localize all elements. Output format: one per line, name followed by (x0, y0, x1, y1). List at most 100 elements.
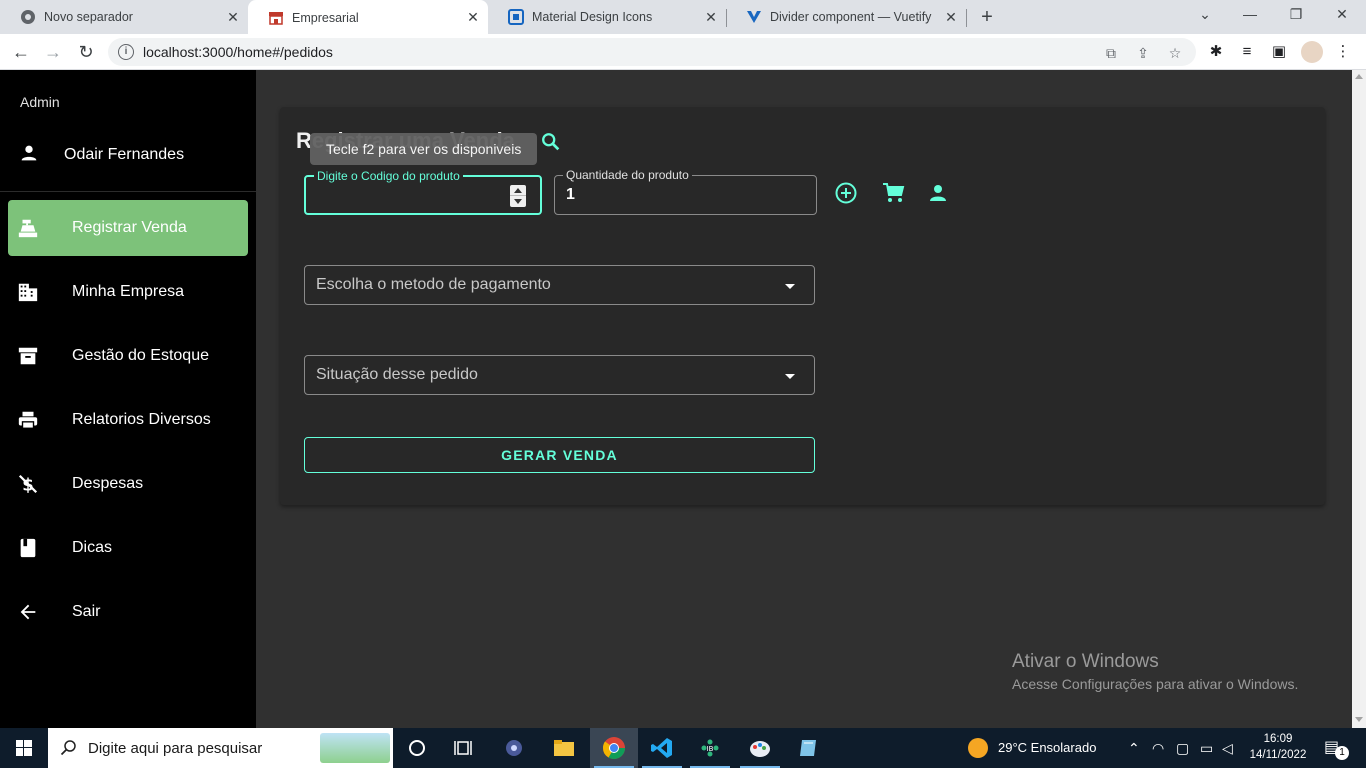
vscode-icon[interactable] (638, 728, 686, 768)
sidebar-item-label: Sair (72, 603, 101, 620)
back-icon[interactable]: ← (9, 40, 33, 64)
account-icon (18, 142, 40, 164)
weather-text[interactable]: 29°C Ensolarado (998, 728, 1096, 768)
system-clock[interactable]: 16:09 14/11/2022 (1248, 731, 1308, 763)
sidebar-item-sair[interactable]: Sair (8, 584, 248, 640)
plus-circle-icon[interactable] (834, 181, 858, 205)
extensions-icon[interactable]: ✱ (1207, 43, 1225, 61)
share-icon[interactable]: ⇪ (1134, 44, 1152, 62)
sidebar-item-dicas[interactable]: Dicas (8, 520, 248, 576)
window-close-icon[interactable]: ✕ (1332, 6, 1352, 23)
archive-icon (17, 345, 39, 367)
scroll-up-icon[interactable] (1355, 74, 1363, 79)
sidebar-item-registrar-venda[interactable]: Registrar Venda (8, 200, 248, 256)
meet-now-icon[interactable]: ▢ (1176, 728, 1189, 768)
close-icon[interactable]: ✕ (464, 8, 482, 26)
forward-icon[interactable]: → (41, 40, 65, 64)
payment-method-placeholder: Escolha o metodo de pagamento (316, 276, 551, 293)
page-scrollbar[interactable] (1352, 70, 1366, 728)
notepad-icon[interactable] (784, 728, 832, 768)
wifi-icon[interactable]: ◠ (1152, 728, 1164, 768)
sidebar-item-label: Minha Empresa (72, 283, 185, 300)
search-icon (60, 739, 78, 757)
sidebar-navigation: Admin Odair Fernandes Registrar Venda Mi… (0, 70, 256, 728)
scroll-down-icon[interactable] (1355, 717, 1363, 722)
close-icon[interactable]: ✕ (942, 8, 960, 26)
notification-count-badge: 1 (1335, 746, 1349, 760)
user-name: Odair Fernandes (64, 146, 185, 163)
order-status-select[interactable]: Situação desse pedido (304, 355, 815, 395)
chevron-up-icon[interactable]: ⌃ (1128, 728, 1140, 768)
volume-icon[interactable]: ◁ (1222, 728, 1233, 768)
weather-sun-icon[interactable] (968, 738, 988, 758)
payment-method-select[interactable]: Escolha o metodo de pagamento (304, 265, 815, 305)
sale-form-card: Registrar uma Venda Tecle f2 para ver os… (280, 107, 1325, 505)
close-icon[interactable]: ✕ (224, 8, 242, 26)
menu-kebab-icon[interactable]: ⋮ (1334, 43, 1352, 61)
cortana-icon[interactable] (393, 728, 441, 768)
tab-vuetify-divider[interactable]: Divider component — Vuetify ✕ (726, 0, 967, 34)
windows-start-icon[interactable] (0, 728, 48, 768)
sidebar-item-label: Relatorios Diversos (72, 411, 211, 428)
chrome-taskbar-icon[interactable] (590, 728, 638, 768)
taskbar-search-placeholder: Digite aqui para pesquisar (88, 740, 263, 757)
tab-search-icon[interactable]: ⌄ (1195, 6, 1215, 23)
slack-icon[interactable]: IB (686, 728, 734, 768)
number-stepper[interactable] (510, 185, 526, 207)
order-status-placeholder: Situação desse pedido (316, 366, 478, 383)
sidebar-item-despesas[interactable]: $ Despesas (8, 456, 248, 512)
quantity-value[interactable]: 1 (566, 186, 575, 204)
url-text[interactable]: localhost:3000/home#/pedidos (143, 44, 333, 60)
media-control-icon[interactable]: ≡ (1238, 43, 1256, 61)
book-icon (17, 537, 39, 559)
task-view-icon[interactable] (440, 728, 488, 768)
sidebar-header: Admin (20, 94, 60, 110)
restore-icon[interactable]: ❐ (1286, 6, 1306, 23)
side-panel-icon[interactable]: ▣ (1270, 43, 1288, 61)
product-code-field[interactable]: Digite o Codigo do produto (304, 169, 542, 215)
browser-tab-strip: Novo separador ✕ Empresarial ✕ Material … (0, 0, 1366, 36)
battery-icon[interactable]: ▭ (1200, 728, 1213, 768)
sidebar-item-label: Despesas (72, 475, 144, 492)
currency-usd-off-icon: $ (17, 473, 39, 495)
gerar-venda-button[interactable]: GERAR VENDA (304, 437, 815, 473)
search-icon[interactable] (540, 131, 562, 153)
tab-title: Divider component — Vuetify (770, 10, 932, 24)
taskbar-search-box[interactable]: Digite aqui para pesquisar (48, 728, 393, 768)
bookmark-star-icon[interactable]: ☆ (1166, 44, 1184, 62)
new-tab-button[interactable]: + (976, 6, 998, 28)
stepper-up-icon[interactable] (514, 188, 522, 193)
profile-avatar[interactable] (1301, 41, 1323, 63)
address-bar[interactable]: i localhost:3000/home#/pedidos ⧉ ⇪ ☆ (108, 38, 1196, 66)
close-icon[interactable]: ✕ (702, 8, 720, 26)
main-content: Registrar uma Venda Tecle f2 para ver os… (256, 70, 1352, 728)
site-info-icon[interactable]: i (118, 44, 134, 60)
sidebar-item-gestao-estoque[interactable]: Gestão do Estoque (8, 328, 248, 384)
settings-app-icon[interactable] (490, 728, 538, 768)
tab-novo-separador[interactable]: Novo separador ✕ (0, 0, 248, 34)
reload-icon[interactable]: ↻ (74, 40, 98, 64)
tab-material-design-icons[interactable]: Material Design Icons ✕ (488, 0, 727, 34)
vuetify-icon (746, 9, 762, 25)
tab-empresarial[interactable]: Empresarial ✕ (248, 0, 488, 36)
sidebar-user[interactable]: Odair Fernandes (0, 134, 256, 174)
tab-title: Novo separador (44, 10, 133, 24)
arrow-left-icon (17, 601, 39, 623)
chevron-down-icon[interactable] (785, 284, 795, 289)
paint-icon[interactable] (736, 728, 784, 768)
sidebar-item-minha-empresa[interactable]: Minha Empresa (8, 264, 248, 320)
cart-icon[interactable] (882, 181, 906, 205)
material-design-icons-icon (508, 9, 524, 25)
translate-icon[interactable]: ⧉ (1102, 44, 1120, 62)
sidebar-item-relatorios[interactable]: Relatorios Diversos (8, 392, 248, 448)
customer-account-icon[interactable] (926, 181, 950, 205)
store-icon (268, 10, 284, 26)
sidebar-item-label: Dicas (72, 539, 113, 556)
stepper-down-icon[interactable] (514, 199, 522, 204)
minimize-icon[interactable]: — (1240, 6, 1260, 22)
quantity-field[interactable]: Quantidade do produto 1 (554, 168, 817, 215)
file-explorer-icon[interactable] (540, 728, 588, 768)
search-highlight-image (320, 733, 390, 763)
chevron-down-icon[interactable] (785, 374, 795, 379)
address-toolbar: ← → ↻ i localhost:3000/home#/pedidos ⧉ ⇪… (0, 34, 1366, 70)
